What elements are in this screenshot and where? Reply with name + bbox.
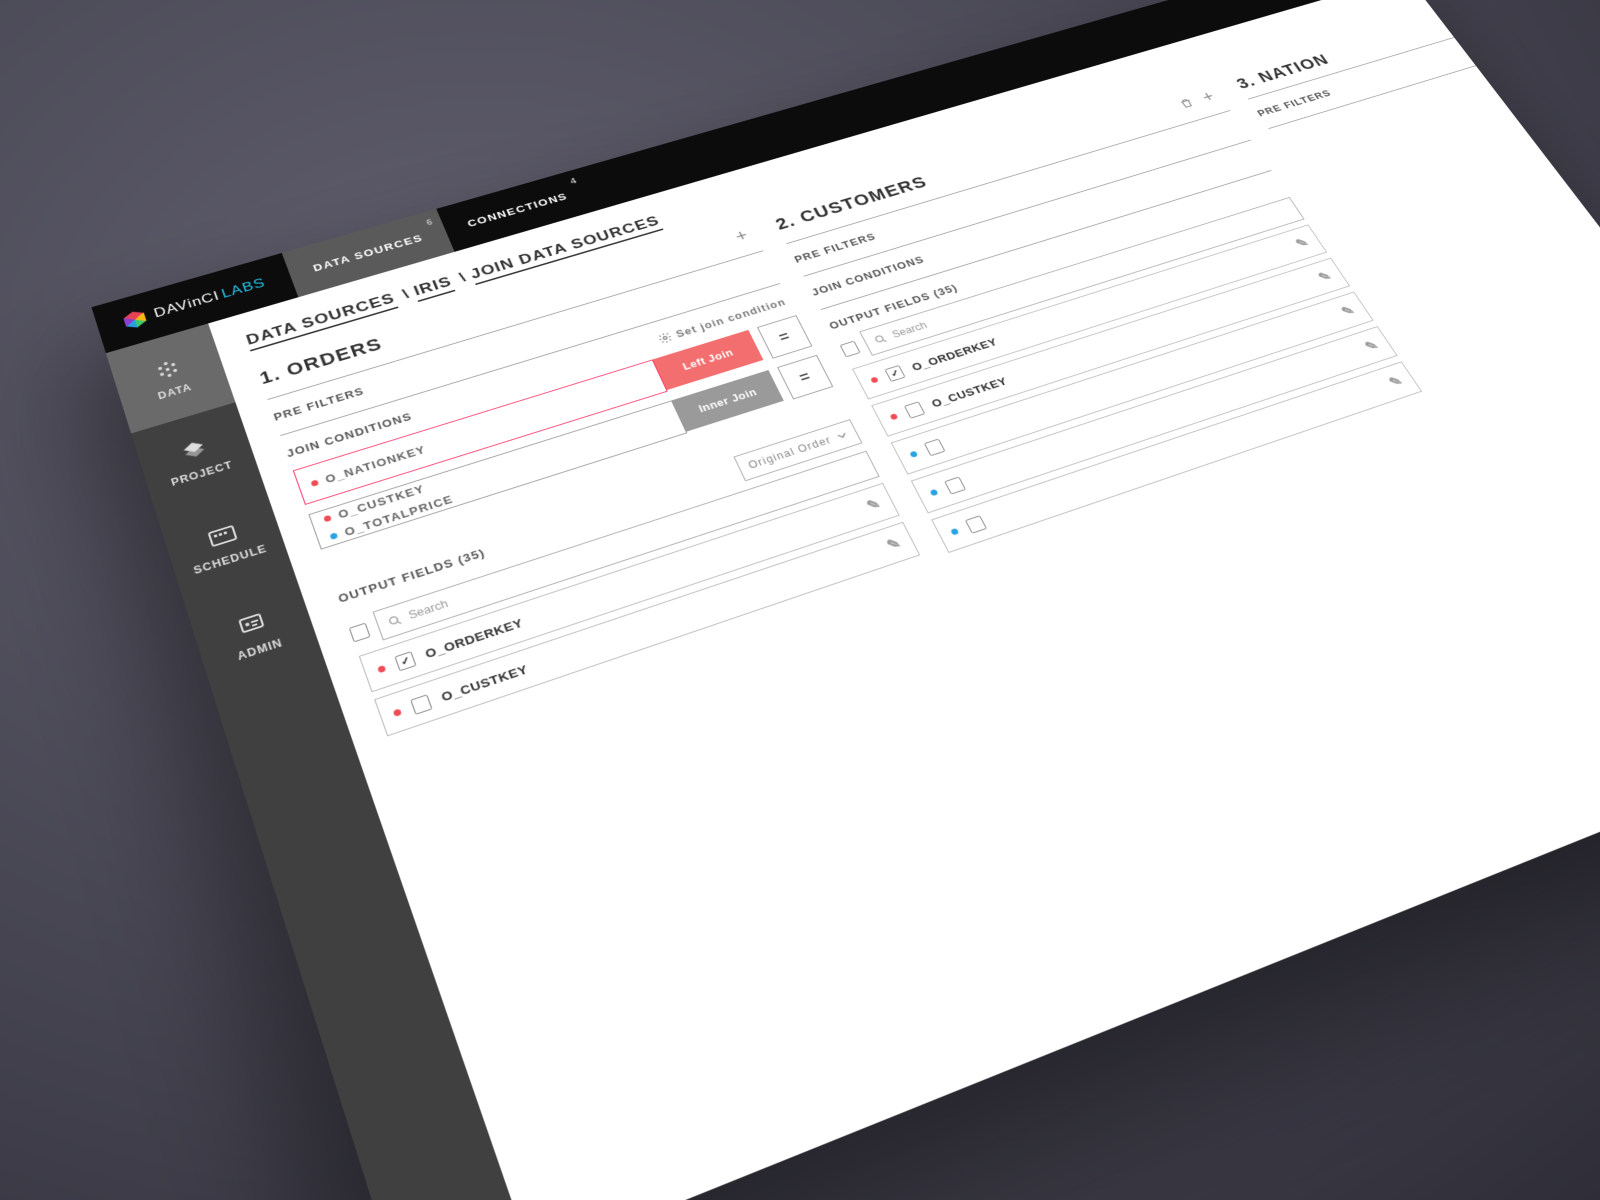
- field-name: O_CUSTKEY: [929, 375, 1009, 410]
- admin-icon: [231, 606, 273, 642]
- schedule-icon: [202, 518, 243, 552]
- field-checkbox[interactable]: [944, 476, 966, 494]
- select-all-checkbox[interactable]: [349, 622, 371, 642]
- join-operator[interactable]: =: [757, 315, 812, 359]
- field-checkbox[interactable]: [965, 515, 987, 533]
- rail-label: DATA: [156, 381, 193, 401]
- gear-icon[interactable]: [656, 331, 674, 346]
- dot-icon: [393, 708, 402, 717]
- field-checkbox[interactable]: [924, 438, 946, 456]
- brand-text-1: DAVinCI: [152, 288, 221, 320]
- rail-label: SCHEDULE: [192, 542, 268, 576]
- rail-label: PROJECT: [170, 459, 235, 489]
- brand-text-2: LABS: [219, 275, 267, 301]
- edit-icon[interactable]: ✎: [1315, 268, 1335, 285]
- brand-mark-icon: [122, 309, 147, 331]
- edit-icon[interactable]: ✎: [864, 495, 884, 515]
- search-icon: [387, 613, 404, 628]
- search-icon: [873, 333, 889, 346]
- edit-icon[interactable]: ✎: [1338, 302, 1358, 319]
- edit-icon[interactable]: ✎: [1386, 373, 1406, 391]
- dot-icon: [870, 376, 879, 383]
- field-checkbox[interactable]: [410, 694, 432, 715]
- dot-icon: [889, 413, 898, 420]
- dot-icon: [909, 450, 918, 457]
- dot-icon: [377, 665, 386, 673]
- edit-icon[interactable]: ✎: [1362, 337, 1382, 355]
- dot-icon: [950, 527, 959, 535]
- dot-icon: [310, 479, 319, 487]
- crumb-seg[interactable]: IRIS: [411, 274, 455, 302]
- search-placeholder: Search: [407, 597, 450, 621]
- search-placeholder: Search: [890, 320, 929, 340]
- join-operator[interactable]: =: [777, 355, 833, 400]
- dot-icon: [329, 532, 338, 540]
- field-checkbox[interactable]: [904, 401, 925, 418]
- data-icon: [148, 354, 187, 385]
- tab-badge: 4: [569, 177, 579, 187]
- app-window: DAVinCILABS DATA SOURCES 6 CONNECTIONS 4…: [91, 0, 1600, 1200]
- body: DATA PROJECT SCHEDULE ADMIN: [106, 0, 1600, 1200]
- field-checkbox[interactable]: ✓: [394, 651, 416, 671]
- tab-badge: 6: [425, 218, 435, 228]
- dot-icon: [929, 488, 938, 495]
- edit-icon[interactable]: ✎: [1293, 235, 1312, 252]
- field-checkbox[interactable]: ✓: [884, 365, 905, 382]
- project-icon: [174, 434, 214, 467]
- edit-icon[interactable]: ✎: [884, 534, 904, 554]
- dot-icon: [323, 514, 332, 522]
- chevron-down-icon: [836, 430, 849, 440]
- field-name: O_CUSTKEY: [439, 662, 530, 704]
